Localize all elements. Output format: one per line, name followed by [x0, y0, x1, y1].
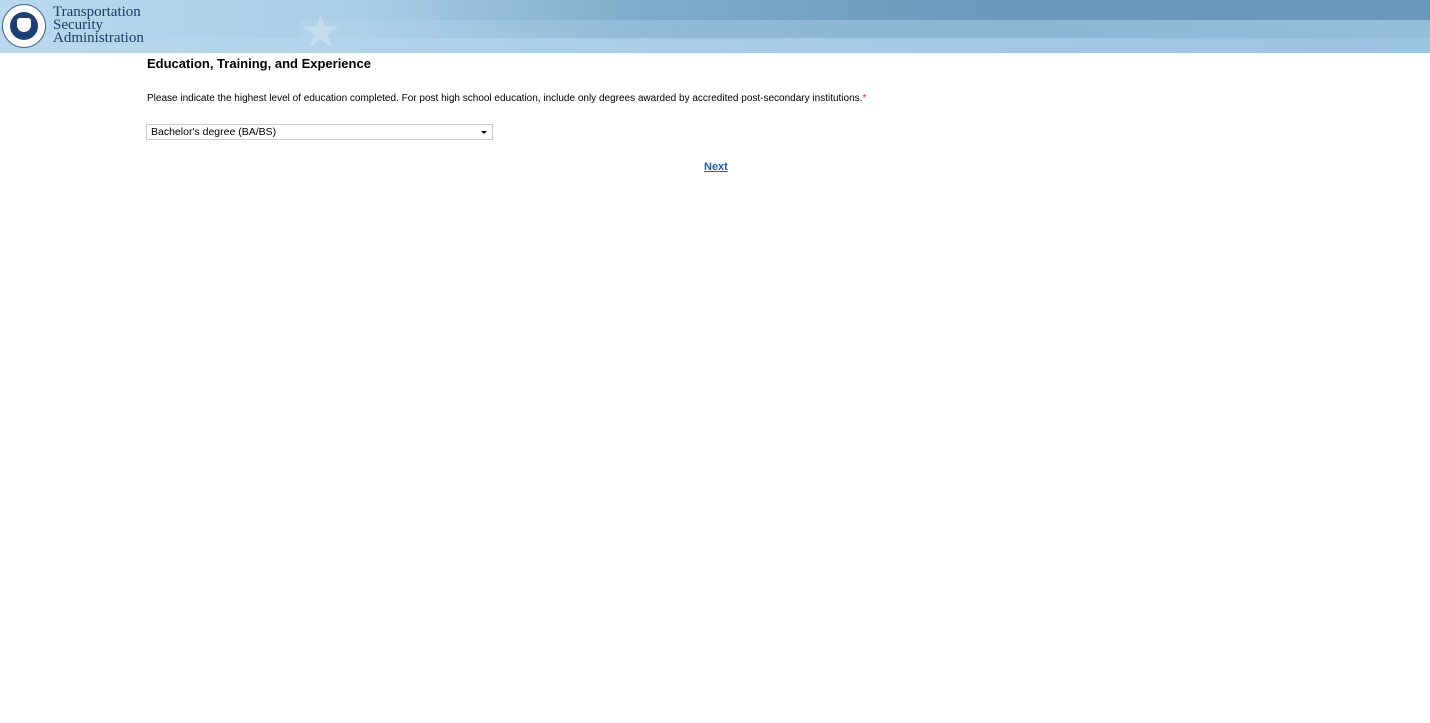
banner-flag-stripe: [300, 20, 1430, 38]
education-question: Please indicate the highest level of edu…: [147, 93, 866, 104]
banner-flag-stripe: [0, 38, 1430, 53]
star-icon: ★: [300, 5, 342, 53]
header-banner: ★ Transportation Security Administration: [0, 0, 1430, 53]
section-title: Education, Training, and Experience: [147, 56, 371, 71]
question-text: Please indicate the highest level of edu…: [147, 93, 863, 104]
required-marker: *: [862, 93, 867, 104]
selected-value: Bachelor's degree (BA/BS): [151, 126, 277, 138]
brand-line: Administration: [53, 30, 144, 46]
dhs-seal-icon: [2, 4, 46, 48]
dropdown-arrow-icon: [481, 131, 487, 134]
education-level-select[interactable]: Bachelor's degree (BA/BS): [146, 124, 493, 140]
next-link[interactable]: Next: [704, 161, 728, 173]
tsa-logo-text: Transportation Security Administration: [53, 5, 144, 46]
